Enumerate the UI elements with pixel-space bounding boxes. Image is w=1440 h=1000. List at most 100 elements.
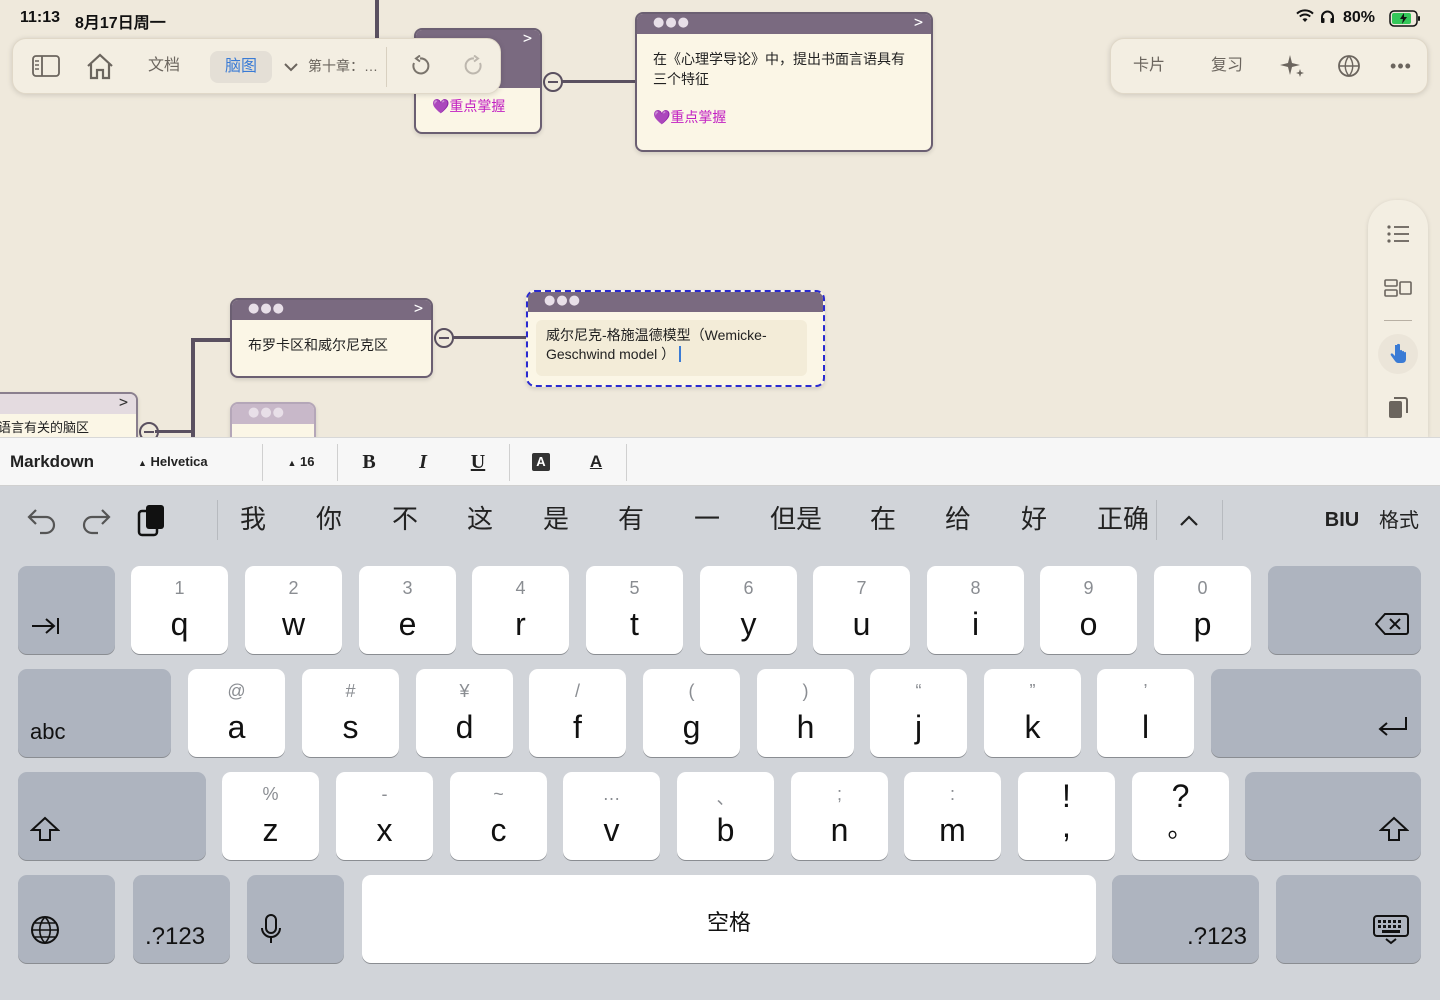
docs-tab[interactable]: 文档 bbox=[137, 39, 191, 93]
key-j[interactable]: “j bbox=[870, 669, 967, 757]
candidate-word[interactable]: 我 bbox=[234, 500, 272, 540]
expand-chevron-icon[interactable]: > bbox=[523, 30, 532, 47]
key-o[interactable]: 9o bbox=[1040, 566, 1137, 654]
key-v[interactable]: … v bbox=[563, 772, 660, 860]
tab-key[interactable] bbox=[18, 566, 115, 654]
expand-chevron-icon[interactable]: > bbox=[119, 394, 128, 411]
more-icon[interactable]: ••• bbox=[1383, 39, 1419, 93]
shift-key-left[interactable] bbox=[18, 772, 206, 860]
drag-handle-icon[interactable]: ●●● bbox=[653, 15, 690, 30]
undo-icon[interactable] bbox=[24, 500, 60, 540]
key-z[interactable]: % z bbox=[222, 772, 319, 860]
node-partial-child[interactable]: ●●● bbox=[230, 402, 316, 437]
clipboard-icon[interactable] bbox=[134, 500, 170, 540]
dismiss-keyboard-key[interactable] bbox=[1276, 875, 1421, 963]
drag-handle-icon[interactable]: ●●● bbox=[544, 293, 581, 308]
key-u[interactable]: 7u bbox=[813, 566, 910, 654]
outline-list-icon[interactable] bbox=[1378, 214, 1418, 254]
abc-key[interactable]: abc bbox=[18, 669, 171, 757]
text-color-button[interactable]: A bbox=[582, 438, 610, 486]
key-period[interactable]: ?。 bbox=[1132, 772, 1229, 860]
redo-icon[interactable] bbox=[78, 500, 114, 540]
key-x[interactable]: -x bbox=[336, 772, 433, 860]
home-icon[interactable] bbox=[81, 39, 119, 93]
candidate-word[interactable]: 好 bbox=[1015, 500, 1053, 540]
candidate-word[interactable]: 在 bbox=[864, 500, 902, 540]
key-b[interactable]: 、 b bbox=[677, 772, 774, 860]
candidate-word[interactable]: 给 bbox=[939, 500, 977, 540]
key-q[interactable]: 1q bbox=[131, 566, 228, 654]
key-f[interactable]: / f bbox=[529, 669, 626, 757]
space-key[interactable]: 空格 bbox=[362, 875, 1096, 963]
return-key[interactable] bbox=[1211, 669, 1421, 757]
key-r[interactable]: 4r bbox=[472, 566, 569, 654]
markdown-mode[interactable]: Markdown bbox=[10, 438, 100, 486]
candidate-word[interactable]: 但是 bbox=[764, 500, 828, 540]
mindmap-tab[interactable]: 脑图 bbox=[210, 51, 272, 83]
candidate-word[interactable]: 是 bbox=[537, 500, 575, 540]
delete-key[interactable] bbox=[1268, 566, 1421, 654]
keyboard-dismiss-icon bbox=[1373, 915, 1409, 951]
collapse-toggle-broca[interactable] bbox=[434, 328, 454, 348]
key-c[interactable]: ~ c bbox=[450, 772, 547, 860]
node-written-language[interactable]: ●●● > 在《心理学导论》中，提出书面言语具有三个特征 💜重点掌握 bbox=[635, 12, 933, 152]
numbers-key-left[interactable]: .?123 bbox=[133, 875, 230, 963]
candidate-word[interactable]: 不 bbox=[386, 500, 424, 540]
chevron-up-icon[interactable] bbox=[1174, 500, 1204, 540]
candidate-word[interactable]: 有 bbox=[612, 500, 650, 540]
sparkle-icon[interactable] bbox=[1275, 39, 1311, 93]
format-button[interactable]: 格式 bbox=[1373, 500, 1425, 540]
globe-key[interactable] bbox=[18, 875, 115, 963]
key-g[interactable]: (g bbox=[643, 669, 740, 757]
key-comma[interactable]: !, bbox=[1018, 772, 1115, 860]
key-l[interactable]: ’ l bbox=[1097, 669, 1194, 757]
pointer-hand-icon[interactable] bbox=[1378, 334, 1418, 374]
layout-icon[interactable] bbox=[1378, 268, 1418, 308]
candidate-word[interactable]: 正确 bbox=[1093, 500, 1153, 540]
bold-button[interactable]: B bbox=[354, 438, 384, 486]
key-a[interactable]: @ a bbox=[188, 669, 285, 757]
key-k[interactable]: ” k bbox=[984, 669, 1081, 757]
numbers-key-right[interactable]: .?123 bbox=[1112, 875, 1259, 963]
undo-icon[interactable] bbox=[405, 39, 435, 93]
chevron-down-icon[interactable] bbox=[281, 39, 301, 93]
drag-handle-icon[interactable]: ●●● bbox=[248, 301, 285, 316]
review-button[interactable]: 复习 bbox=[1201, 39, 1253, 93]
node-edit-field[interactable]: 威尔尼克-格施温德模型（Wemicke-Geschwind model ） bbox=[546, 327, 767, 362]
highlight-color-button[interactable]: A bbox=[528, 438, 554, 486]
node-broca[interactable]: ●●● > 布罗卡区和威尔尼克区 bbox=[230, 298, 433, 378]
key-w[interactable]: 2w bbox=[245, 566, 342, 654]
biu-button[interactable]: BIU bbox=[1318, 500, 1366, 540]
font-picker[interactable]: ▲ Helvetica bbox=[138, 438, 248, 486]
cards-button[interactable]: 卡片 bbox=[1123, 39, 1175, 93]
shift-key-right[interactable] bbox=[1245, 772, 1421, 860]
sidebar-icon[interactable] bbox=[27, 39, 65, 93]
key-m[interactable]: :m bbox=[904, 772, 1001, 860]
key-t[interactable]: 5t bbox=[586, 566, 683, 654]
copy-document-icon[interactable] bbox=[1378, 388, 1418, 428]
dictation-key[interactable] bbox=[247, 875, 344, 963]
underline-button[interactable]: U bbox=[463, 438, 493, 486]
collapse-toggle-top[interactable] bbox=[543, 72, 563, 92]
redo-icon[interactable] bbox=[459, 39, 489, 93]
key-i[interactable]: 8i bbox=[927, 566, 1024, 654]
node-wernicke-model-selected[interactable]: ●●● 威尔尼克-格施温德模型（Wemicke-Geschwind model … bbox=[526, 290, 825, 387]
key-e[interactable]: 3e bbox=[359, 566, 456, 654]
candidate-word[interactable]: 这 bbox=[461, 500, 499, 540]
key-h[interactable]: ) h bbox=[757, 669, 854, 757]
web-icon[interactable] bbox=[1333, 39, 1365, 93]
key-y[interactable]: 6y bbox=[700, 566, 797, 654]
expand-chevron-icon[interactable]: > bbox=[414, 300, 423, 317]
italic-button[interactable]: I bbox=[408, 438, 438, 486]
key-d[interactable]: ¥ d bbox=[416, 669, 513, 757]
key-s[interactable]: # s bbox=[302, 669, 399, 757]
font-size-picker[interactable]: ▲ 16 bbox=[278, 438, 324, 486]
expand-chevron-icon[interactable]: > bbox=[914, 14, 923, 31]
drag-handle-icon[interactable]: ●●● bbox=[248, 405, 285, 420]
candidate-word[interactable]: 你 bbox=[310, 500, 348, 540]
chapter-selector[interactable]: 第十章：… bbox=[305, 39, 381, 93]
key-n[interactable]: ; n bbox=[791, 772, 888, 860]
candidate-word[interactable]: 一 bbox=[688, 500, 726, 540]
key-p[interactable]: 0p bbox=[1154, 566, 1251, 654]
node-language-areas[interactable]: > 语言有关的脑区 bbox=[0, 392, 138, 437]
